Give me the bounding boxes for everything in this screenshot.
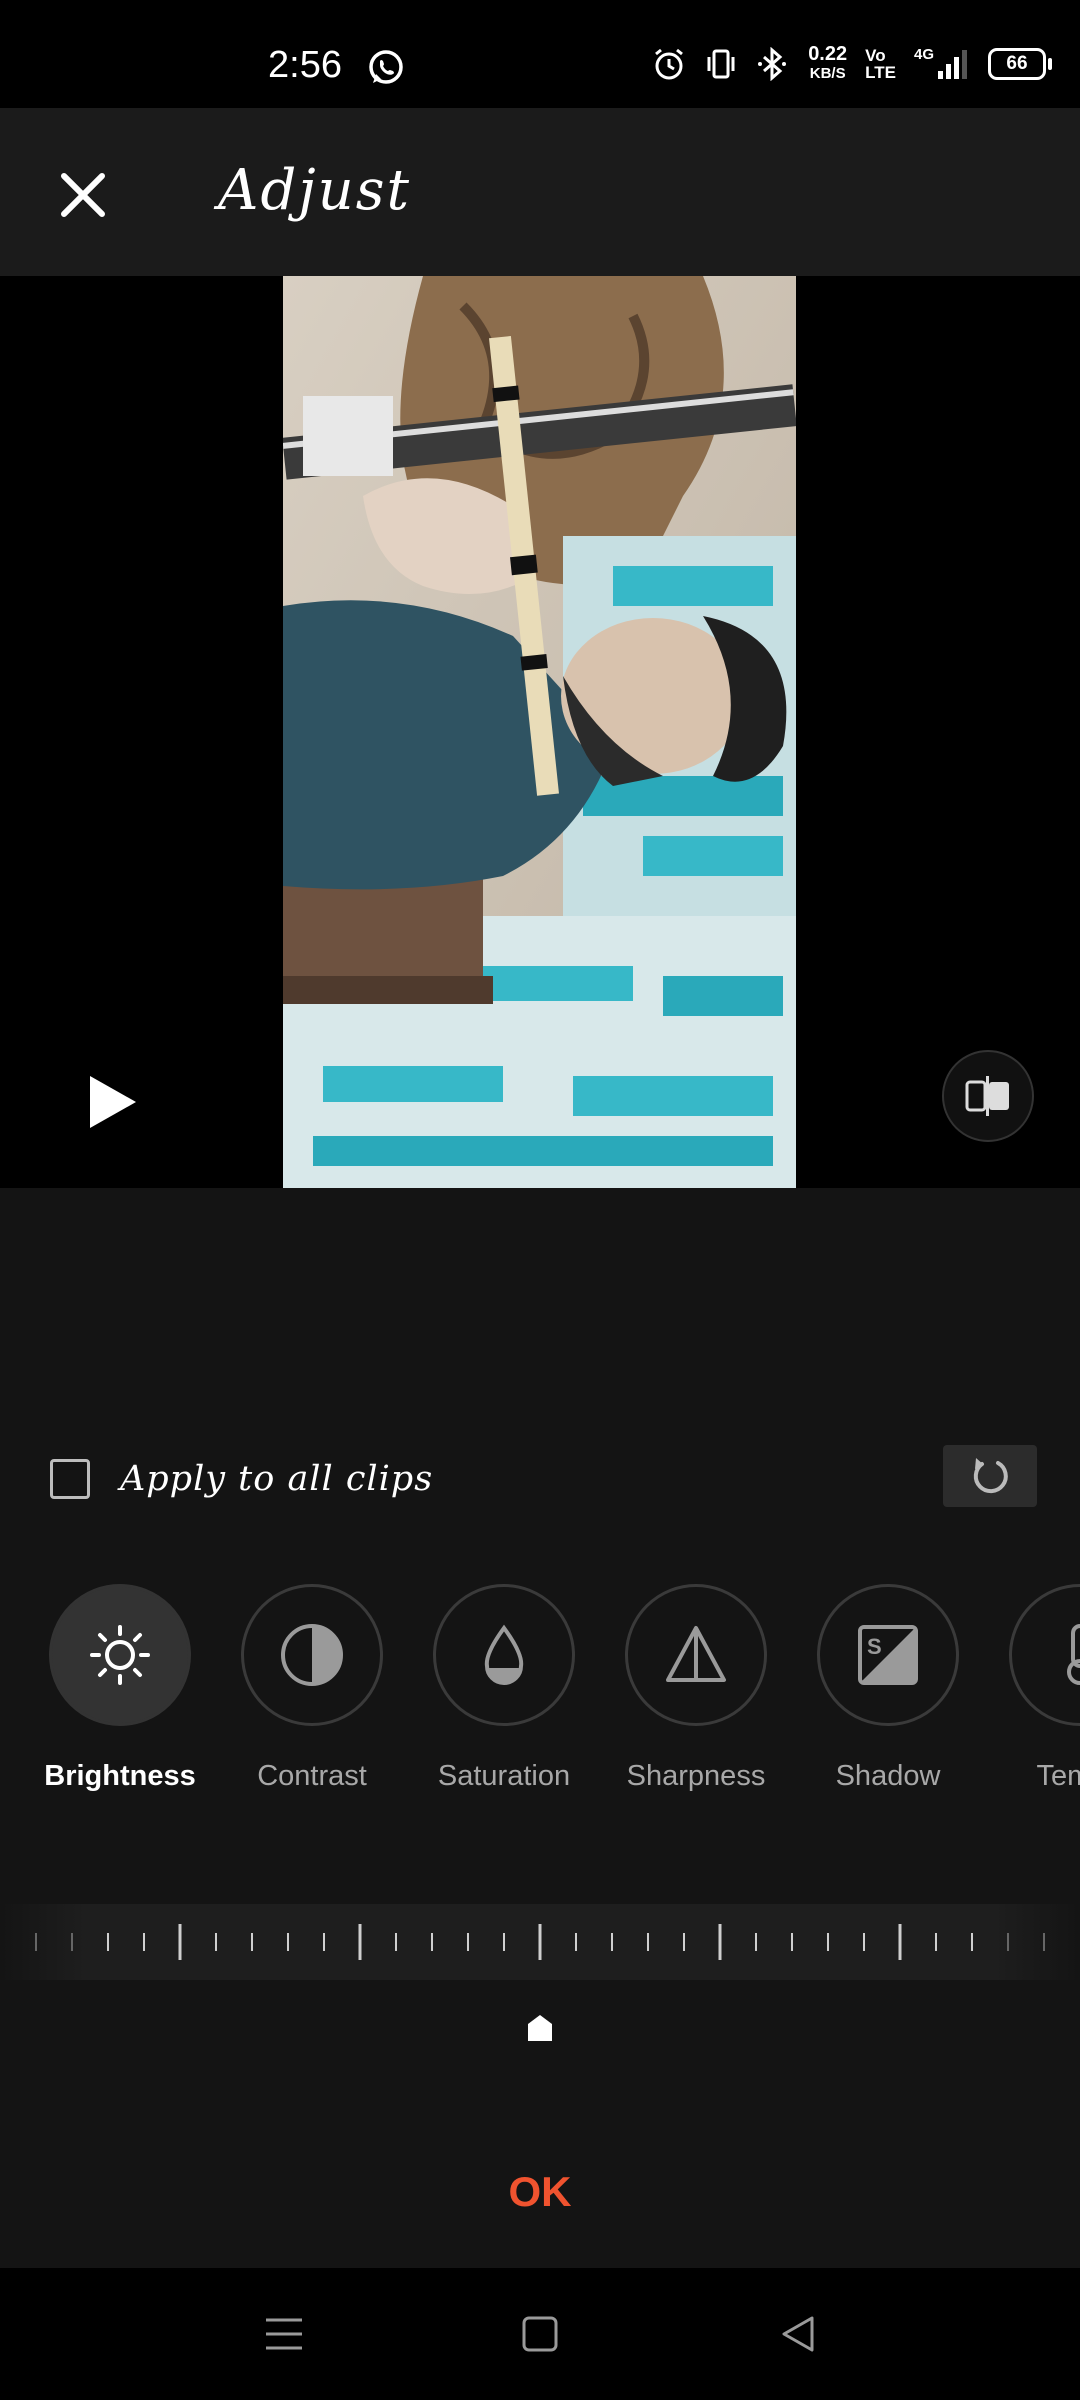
tool-saturation[interactable]: Saturation — [414, 1584, 594, 1793]
status-time: 2:56 — [268, 44, 342, 86]
tool-shadow[interactable]: S Shadow — [798, 1584, 978, 1793]
slider-ruler — [35, 1924, 1045, 1960]
home-icon[interactable] — [518, 2312, 562, 2356]
whatsapp-icon — [369, 50, 403, 84]
video-preview — [0, 276, 1080, 1188]
network-type: 4G — [913, 46, 934, 63]
tool-brightness[interactable]: Brightness — [30, 1584, 210, 1793]
battery-indicator: 66 — [988, 48, 1052, 80]
play-icon[interactable] — [80, 1070, 144, 1134]
network-speed: 0.22 KB/S — [808, 43, 848, 82]
header: Adjust — [0, 108, 1080, 276]
compare-icon — [965, 1076, 1009, 1116]
reset-icon — [973, 1458, 1008, 1494]
tool-label: Contrast — [257, 1760, 367, 1792]
video-frame-image — [283, 276, 796, 1188]
tool-temperature[interactable]: Tempe — [990, 1584, 1080, 1793]
volte-badge: Vo LTE — [865, 46, 896, 82]
vibrate-icon — [707, 49, 735, 79]
tool-label: Shadow — [835, 1760, 941, 1792]
value-slider[interactable] — [0, 1904, 1080, 1980]
reset-button[interactable] — [943, 1445, 1037, 1507]
sun-icon — [90, 1625, 150, 1685]
tool-label: Saturation — [437, 1760, 571, 1792]
status-bar: 2:56 0.22 KB/S Vo LTE 4G 66 — [0, 0, 1080, 108]
signal-indicator: 4G — [914, 47, 970, 81]
page-title: Adjust — [218, 158, 411, 223]
svg-text:S: S — [867, 1634, 882, 1659]
tool-sharpness[interactable]: Sharpness — [606, 1584, 786, 1793]
alarm-icon — [655, 48, 684, 80]
ok-button[interactable]: OK — [480, 2168, 600, 2224]
tool-contrast[interactable]: Contrast — [222, 1584, 402, 1793]
apply-all-row[interactable]: Apply to all clips — [50, 1456, 433, 1502]
droplet-icon — [484, 1624, 524, 1685]
back-icon[interactable] — [776, 2312, 820, 2356]
apply-all-label: Apply to all clips — [120, 1459, 434, 1499]
status-icons: 0.22 KB/S Vo LTE 4G 66 — [652, 43, 1052, 84]
apply-all-checkbox[interactable] — [50, 1459, 90, 1499]
compare-button[interactable] — [942, 1050, 1034, 1142]
tool-label: Tempe — [1036, 1760, 1080, 1792]
shadow-icon: S — [858, 1625, 918, 1685]
adjust-tools: Brightness Contrast Saturation Sharpness — [0, 1584, 1080, 1814]
navigation-bar — [0, 2268, 1080, 2400]
thermometer-icon — [1067, 1624, 1080, 1685]
tool-label: Brightness — [44, 1760, 196, 1792]
menu-icon[interactable] — [262, 2312, 306, 2356]
close-icon[interactable] — [50, 162, 116, 228]
slider-thumb[interactable] — [527, 2014, 553, 2042]
tool-label: Sharpness — [626, 1760, 766, 1792]
bluetooth-icon — [758, 47, 787, 81]
signal-icon — [938, 50, 967, 79]
triangle-icon — [666, 1626, 726, 1682]
contrast-icon — [281, 1624, 343, 1686]
